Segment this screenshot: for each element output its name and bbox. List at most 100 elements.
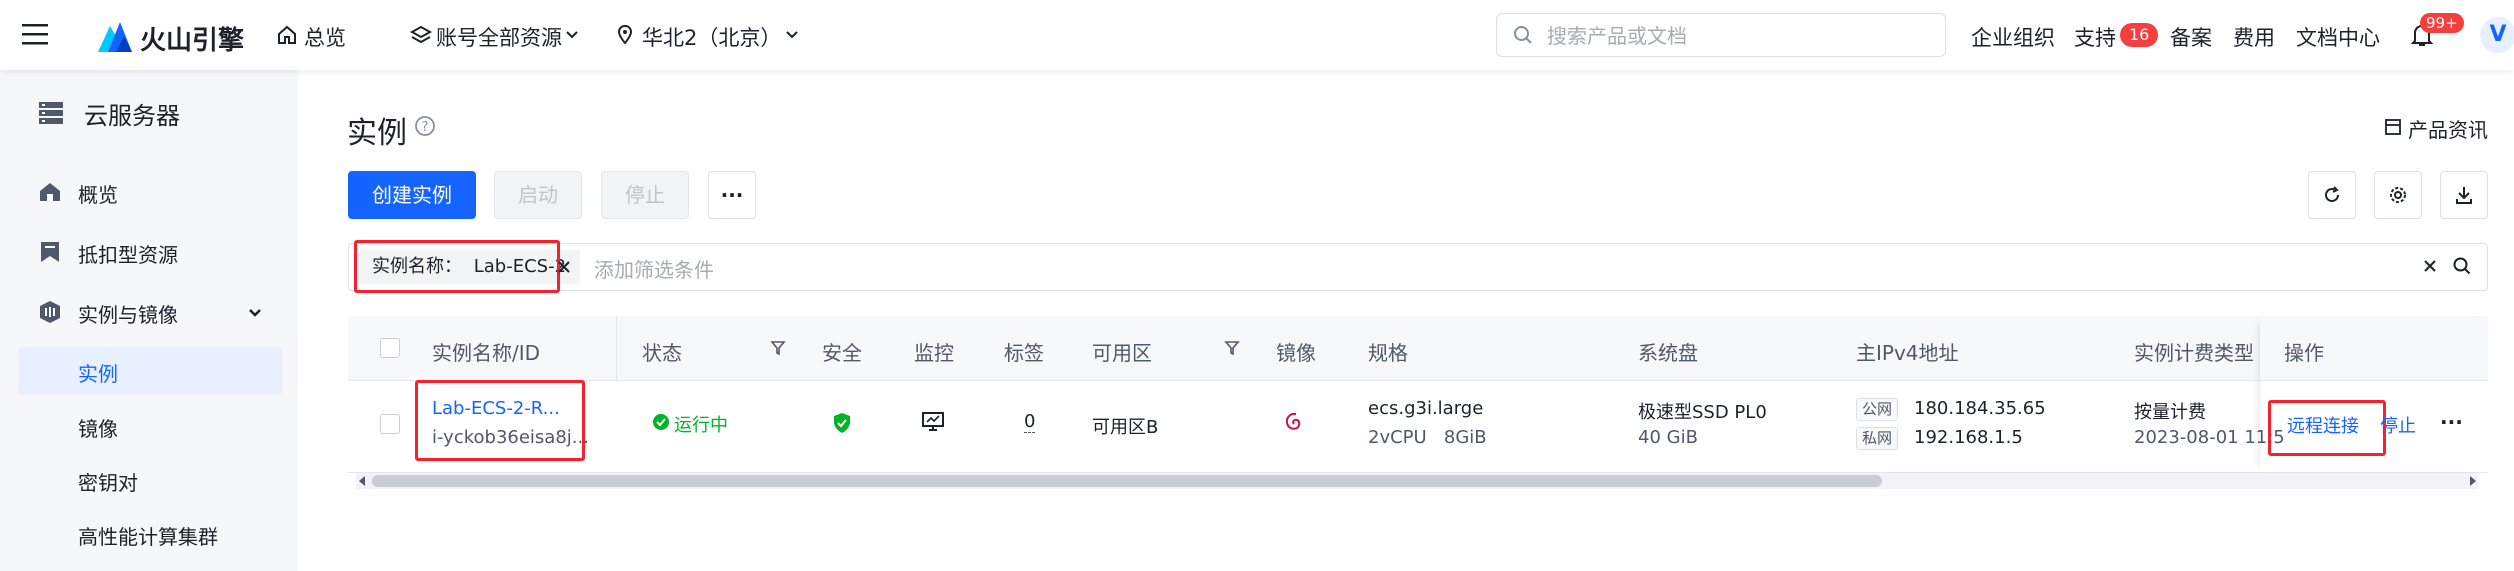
sidebar-subitem-instances[interactable]: 实例 bbox=[78, 358, 118, 387]
clear-filter-icon[interactable] bbox=[2422, 258, 2438, 274]
column-header-tags: 标签 bbox=[1004, 341, 1044, 365]
sidebar-item-deduction-resources[interactable]: 抵扣型资源 bbox=[38, 236, 278, 268]
filter-icon[interactable] bbox=[770, 340, 786, 356]
shield-icon[interactable] bbox=[832, 412, 852, 434]
stop-button[interactable]: 停止 bbox=[601, 171, 689, 219]
download-button[interactable] bbox=[2440, 171, 2488, 219]
select-all-checkbox[interactable] bbox=[380, 338, 400, 358]
home-icon bbox=[278, 25, 296, 44]
product-info-label: 产品资讯 bbox=[2408, 118, 2488, 142]
table-header: 实例名称/ID 状态 安全 监控 标签 可用区 镜像 规格 系统盘 主IPv4地… bbox=[348, 316, 2488, 381]
spec-detail: 2vCPU 8GiB bbox=[1368, 427, 1487, 448]
document-icon bbox=[2385, 119, 2401, 135]
sidebar-item-overview[interactable]: 概览 bbox=[38, 176, 278, 208]
sidebar-item-instances-images[interactable]: 实例与镜像 bbox=[38, 296, 278, 328]
support-badge: 16 bbox=[2120, 23, 2159, 47]
server-icon bbox=[39, 102, 63, 124]
debian-icon bbox=[1285, 412, 1301, 430]
zone-value: 可用区B bbox=[1092, 417, 1159, 438]
sidebar-subitem-images[interactable]: 镜像 bbox=[78, 413, 118, 442]
logo[interactable]: 火山引擎 bbox=[94, 18, 264, 56]
chevron-down-icon bbox=[249, 309, 261, 317]
global-search[interactable] bbox=[1496, 13, 1946, 57]
bookmark-icon bbox=[41, 242, 59, 262]
filter-icon[interactable] bbox=[1224, 340, 1240, 356]
row-checkbox[interactable] bbox=[380, 414, 400, 434]
disk-type: 极速型SSD PL0 bbox=[1638, 402, 1767, 423]
download-icon bbox=[2456, 187, 2472, 204]
logo-text: 火山引擎 bbox=[140, 26, 245, 56]
row-more-actions[interactable]: ··· bbox=[2440, 410, 2463, 434]
column-header-ipv4: 主IPv4地址 bbox=[1856, 341, 1959, 365]
create-instance-button[interactable]: 创建实例 bbox=[348, 171, 476, 219]
highlight-box-remote-connect bbox=[2268, 400, 2386, 456]
refresh-button[interactable] bbox=[2308, 171, 2356, 219]
menu-icon[interactable] bbox=[22, 22, 48, 46]
column-header-image: 镜像 bbox=[1276, 341, 1316, 365]
help-icon[interactable]: ? bbox=[414, 115, 436, 137]
layers-icon bbox=[410, 25, 432, 44]
billing-type: 按量计费 bbox=[2134, 402, 2206, 423]
scroll-left-icon[interactable] bbox=[357, 475, 367, 487]
filter-placeholder[interactable]: 添加筛选条件 bbox=[594, 254, 714, 283]
svg-text:?: ? bbox=[422, 120, 429, 135]
account-resources-label: 账号全部资源 bbox=[436, 26, 562, 50]
chevron-down-icon bbox=[566, 31, 578, 39]
scroll-right-icon[interactable] bbox=[2468, 475, 2478, 487]
spec-type: ecs.g3i.large bbox=[1368, 398, 1484, 419]
disk-size: 40 GiB bbox=[1638, 427, 1698, 448]
sidebar-subitem-hpc-cluster[interactable]: 高性能计算集群 bbox=[78, 521, 218, 550]
sidebar-active-highlight bbox=[18, 347, 282, 395]
region-dropdown[interactable]: 华北2（北京） bbox=[616, 22, 806, 50]
start-button[interactable]: 启动 bbox=[494, 171, 582, 219]
monitor-icon[interactable] bbox=[922, 412, 944, 432]
location-pin-icon bbox=[617, 24, 633, 45]
status-running: 运行中 bbox=[674, 415, 728, 436]
public-ip: 180.184.35.65 bbox=[1914, 398, 2046, 419]
page-title: 实例 bbox=[347, 116, 407, 151]
column-header-name: 实例名称/ID bbox=[432, 341, 541, 365]
column-header-monitoring: 监控 bbox=[914, 341, 954, 365]
home-icon bbox=[40, 183, 60, 201]
search-input[interactable] bbox=[1545, 22, 1929, 50]
enterprise-org-link[interactable]: 企业组织 bbox=[1971, 22, 2055, 52]
sidebar-subitem-keypairs[interactable]: 密钥对 bbox=[78, 467, 138, 496]
overview-label: 总览 bbox=[304, 26, 346, 50]
private-ip: 192.168.1.5 bbox=[1914, 427, 2023, 448]
cube-icon bbox=[40, 301, 60, 323]
close-icon[interactable] bbox=[556, 259, 572, 275]
notification-badge: 99+ bbox=[2420, 13, 2464, 33]
public-ip-tag: 公网 bbox=[1856, 398, 1899, 421]
search-icon bbox=[1514, 26, 1532, 44]
avatar[interactable]: V bbox=[2480, 17, 2514, 53]
column-header-security: 安全 bbox=[822, 341, 862, 365]
settings-button[interactable] bbox=[2374, 171, 2422, 219]
tag-count[interactable]: 0 bbox=[1024, 411, 1036, 433]
sidebar-item-label: 实例与镜像 bbox=[78, 303, 178, 327]
chevron-down-icon bbox=[786, 31, 798, 39]
highlight-box-filter bbox=[354, 240, 560, 293]
column-header-billing: 实例计费类型 bbox=[2134, 341, 2254, 365]
highlight-box-instance-name bbox=[415, 380, 585, 461]
sidebar-title: 云服务器 bbox=[84, 102, 180, 130]
stop-instance-link[interactable]: 停止 bbox=[2380, 412, 2416, 438]
scrollbar-thumb[interactable] bbox=[372, 475, 1882, 487]
region-label: 华北2（北京） bbox=[642, 26, 782, 50]
filing-link[interactable]: 备案 bbox=[2170, 22, 2212, 52]
table-row: Lab-ECS-2-R... i-yckob36eisa8j... 运行中 0 … bbox=[348, 380, 2488, 473]
refresh-icon bbox=[2325, 186, 2339, 202]
docs-link[interactable]: 文档中心 bbox=[2296, 22, 2380, 52]
account-resources-dropdown[interactable]: 账号全部资源 bbox=[410, 22, 580, 50]
gear-icon bbox=[2390, 187, 2406, 203]
running-check-icon bbox=[653, 414, 669, 430]
volcano-logo-icon bbox=[98, 22, 132, 52]
sidebar-item-label: 抵扣型资源 bbox=[78, 243, 178, 267]
support-link[interactable]: 支持 bbox=[2074, 22, 2116, 52]
top-bar: 火山引擎 总览 账号全部资源 华北2（北京） 企业组织 支持 16 备案 费用 … bbox=[0, 0, 2514, 70]
column-divider bbox=[616, 316, 617, 380]
more-actions-button[interactable]: ··· bbox=[708, 171, 756, 219]
sidebar-item-label: 概览 bbox=[78, 183, 118, 207]
search-icon[interactable] bbox=[2452, 256, 2472, 276]
column-header-status: 状态 bbox=[642, 341, 682, 365]
billing-link[interactable]: 费用 bbox=[2233, 22, 2275, 52]
